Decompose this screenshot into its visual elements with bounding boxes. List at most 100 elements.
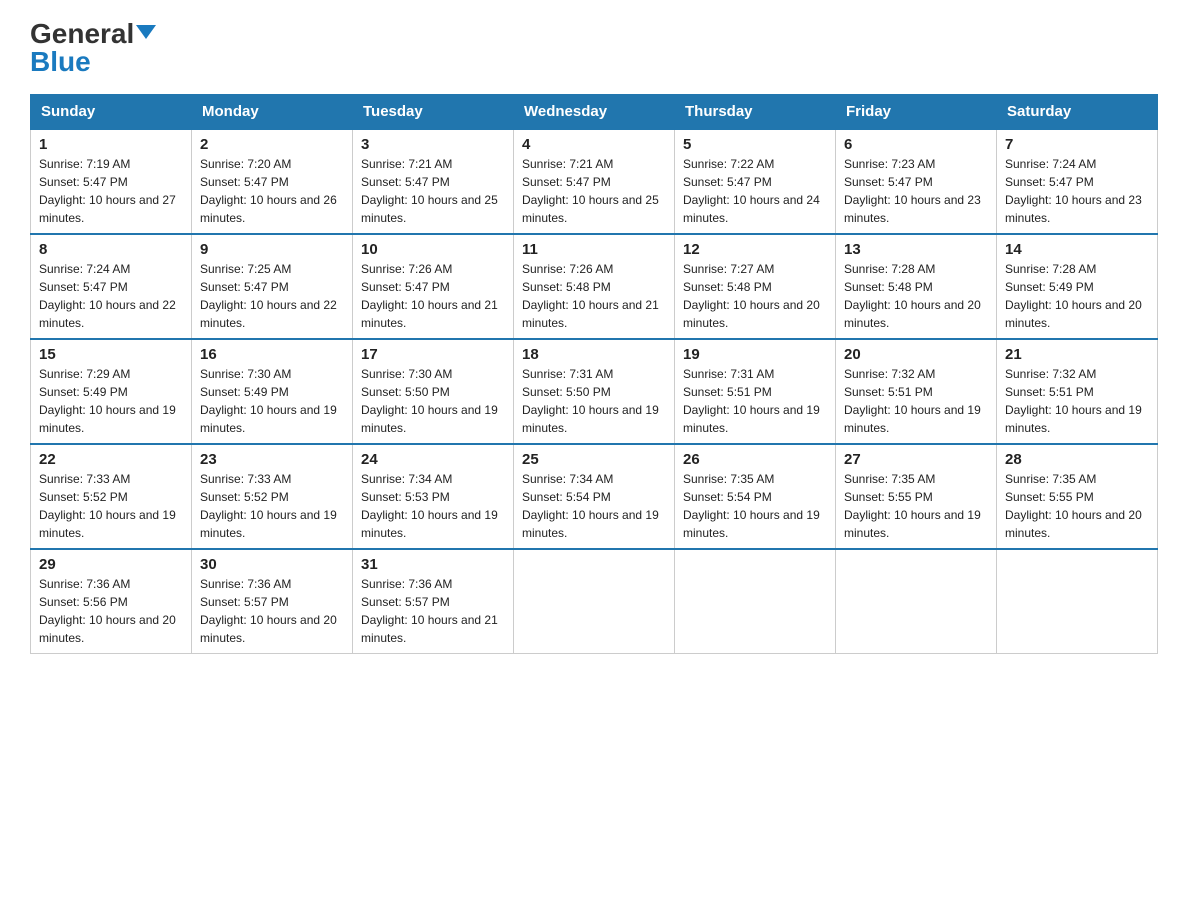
calendar-week-row: 1 Sunrise: 7:19 AMSunset: 5:47 PMDayligh… bbox=[31, 129, 1158, 234]
day-info: Sunrise: 7:36 AMSunset: 5:57 PMDaylight:… bbox=[200, 577, 337, 645]
day-info: Sunrise: 7:36 AMSunset: 5:56 PMDaylight:… bbox=[39, 577, 176, 645]
day-number: 14 bbox=[1005, 241, 1149, 258]
day-number: 26 bbox=[683, 451, 827, 468]
day-info: Sunrise: 7:22 AMSunset: 5:47 PMDaylight:… bbox=[683, 157, 820, 225]
day-info: Sunrise: 7:26 AMSunset: 5:48 PMDaylight:… bbox=[522, 262, 659, 330]
calendar-cell: 23 Sunrise: 7:33 AMSunset: 5:52 PMDaylig… bbox=[192, 444, 353, 549]
col-header-monday: Monday bbox=[192, 95, 353, 130]
day-info: Sunrise: 7:25 AMSunset: 5:47 PMDaylight:… bbox=[200, 262, 337, 330]
calendar-header-row: SundayMondayTuesdayWednesdayThursdayFrid… bbox=[31, 95, 1158, 130]
calendar-cell: 5 Sunrise: 7:22 AMSunset: 5:47 PMDayligh… bbox=[675, 129, 836, 234]
logo: General Blue bbox=[30, 20, 156, 76]
day-number: 19 bbox=[683, 346, 827, 363]
day-number: 13 bbox=[844, 241, 988, 258]
calendar-cell: 16 Sunrise: 7:30 AMSunset: 5:49 PMDaylig… bbox=[192, 339, 353, 444]
day-number: 27 bbox=[844, 451, 988, 468]
calendar-cell: 8 Sunrise: 7:24 AMSunset: 5:47 PMDayligh… bbox=[31, 234, 192, 339]
day-number: 7 bbox=[1005, 136, 1149, 153]
calendar-cell: 9 Sunrise: 7:25 AMSunset: 5:47 PMDayligh… bbox=[192, 234, 353, 339]
day-info: Sunrise: 7:31 AMSunset: 5:50 PMDaylight:… bbox=[522, 367, 659, 435]
logo-general-text: General bbox=[30, 20, 134, 48]
day-info: Sunrise: 7:32 AMSunset: 5:51 PMDaylight:… bbox=[844, 367, 981, 435]
calendar-cell: 2 Sunrise: 7:20 AMSunset: 5:47 PMDayligh… bbox=[192, 129, 353, 234]
calendar-cell: 18 Sunrise: 7:31 AMSunset: 5:50 PMDaylig… bbox=[514, 339, 675, 444]
day-info: Sunrise: 7:36 AMSunset: 5:57 PMDaylight:… bbox=[361, 577, 498, 645]
col-header-wednesday: Wednesday bbox=[514, 95, 675, 130]
day-info: Sunrise: 7:24 AMSunset: 5:47 PMDaylight:… bbox=[1005, 157, 1142, 225]
calendar-week-row: 15 Sunrise: 7:29 AMSunset: 5:49 PMDaylig… bbox=[31, 339, 1158, 444]
day-info: Sunrise: 7:30 AMSunset: 5:49 PMDaylight:… bbox=[200, 367, 337, 435]
col-header-friday: Friday bbox=[836, 95, 997, 130]
day-info: Sunrise: 7:30 AMSunset: 5:50 PMDaylight:… bbox=[361, 367, 498, 435]
day-number: 1 bbox=[39, 136, 183, 153]
day-number: 11 bbox=[522, 241, 666, 258]
calendar-cell: 28 Sunrise: 7:35 AMSunset: 5:55 PMDaylig… bbox=[997, 444, 1158, 549]
day-number: 5 bbox=[683, 136, 827, 153]
day-number: 15 bbox=[39, 346, 183, 363]
calendar-week-row: 8 Sunrise: 7:24 AMSunset: 5:47 PMDayligh… bbox=[31, 234, 1158, 339]
day-info: Sunrise: 7:34 AMSunset: 5:53 PMDaylight:… bbox=[361, 472, 498, 540]
logo-blue-text: Blue bbox=[30, 46, 91, 77]
day-info: Sunrise: 7:31 AMSunset: 5:51 PMDaylight:… bbox=[683, 367, 820, 435]
day-number: 9 bbox=[200, 241, 344, 258]
day-number: 16 bbox=[200, 346, 344, 363]
calendar-cell: 17 Sunrise: 7:30 AMSunset: 5:50 PMDaylig… bbox=[353, 339, 514, 444]
calendar-cell bbox=[836, 549, 997, 654]
day-info: Sunrise: 7:35 AMSunset: 5:54 PMDaylight:… bbox=[683, 472, 820, 540]
day-number: 17 bbox=[361, 346, 505, 363]
day-info: Sunrise: 7:34 AMSunset: 5:54 PMDaylight:… bbox=[522, 472, 659, 540]
calendar-cell: 20 Sunrise: 7:32 AMSunset: 5:51 PMDaylig… bbox=[836, 339, 997, 444]
calendar-cell: 3 Sunrise: 7:21 AMSunset: 5:47 PMDayligh… bbox=[353, 129, 514, 234]
day-number: 8 bbox=[39, 241, 183, 258]
day-number: 29 bbox=[39, 556, 183, 573]
calendar-cell: 15 Sunrise: 7:29 AMSunset: 5:49 PMDaylig… bbox=[31, 339, 192, 444]
day-number: 10 bbox=[361, 241, 505, 258]
calendar-cell: 21 Sunrise: 7:32 AMSunset: 5:51 PMDaylig… bbox=[997, 339, 1158, 444]
day-info: Sunrise: 7:21 AMSunset: 5:47 PMDaylight:… bbox=[361, 157, 498, 225]
day-number: 6 bbox=[844, 136, 988, 153]
calendar-cell: 11 Sunrise: 7:26 AMSunset: 5:48 PMDaylig… bbox=[514, 234, 675, 339]
calendar-cell: 24 Sunrise: 7:34 AMSunset: 5:53 PMDaylig… bbox=[353, 444, 514, 549]
day-number: 24 bbox=[361, 451, 505, 468]
day-number: 23 bbox=[200, 451, 344, 468]
calendar-cell: 29 Sunrise: 7:36 AMSunset: 5:56 PMDaylig… bbox=[31, 549, 192, 654]
day-info: Sunrise: 7:29 AMSunset: 5:49 PMDaylight:… bbox=[39, 367, 176, 435]
calendar-cell: 6 Sunrise: 7:23 AMSunset: 5:47 PMDayligh… bbox=[836, 129, 997, 234]
calendar-week-row: 22 Sunrise: 7:33 AMSunset: 5:52 PMDaylig… bbox=[31, 444, 1158, 549]
calendar-cell bbox=[514, 549, 675, 654]
day-number: 25 bbox=[522, 451, 666, 468]
day-info: Sunrise: 7:26 AMSunset: 5:47 PMDaylight:… bbox=[361, 262, 498, 330]
day-info: Sunrise: 7:21 AMSunset: 5:47 PMDaylight:… bbox=[522, 157, 659, 225]
col-header-sunday: Sunday bbox=[31, 95, 192, 130]
day-number: 31 bbox=[361, 556, 505, 573]
calendar-cell: 12 Sunrise: 7:27 AMSunset: 5:48 PMDaylig… bbox=[675, 234, 836, 339]
day-info: Sunrise: 7:23 AMSunset: 5:47 PMDaylight:… bbox=[844, 157, 981, 225]
day-number: 18 bbox=[522, 346, 666, 363]
calendar-table: SundayMondayTuesdayWednesdayThursdayFrid… bbox=[30, 94, 1158, 654]
day-info: Sunrise: 7:28 AMSunset: 5:48 PMDaylight:… bbox=[844, 262, 981, 330]
day-number: 22 bbox=[39, 451, 183, 468]
calendar-cell: 14 Sunrise: 7:28 AMSunset: 5:49 PMDaylig… bbox=[997, 234, 1158, 339]
calendar-week-row: 29 Sunrise: 7:36 AMSunset: 5:56 PMDaylig… bbox=[31, 549, 1158, 654]
day-info: Sunrise: 7:33 AMSunset: 5:52 PMDaylight:… bbox=[39, 472, 176, 540]
day-info: Sunrise: 7:27 AMSunset: 5:48 PMDaylight:… bbox=[683, 262, 820, 330]
day-number: 12 bbox=[683, 241, 827, 258]
calendar-cell: 25 Sunrise: 7:34 AMSunset: 5:54 PMDaylig… bbox=[514, 444, 675, 549]
day-info: Sunrise: 7:33 AMSunset: 5:52 PMDaylight:… bbox=[200, 472, 337, 540]
day-info: Sunrise: 7:24 AMSunset: 5:47 PMDaylight:… bbox=[39, 262, 176, 330]
day-info: Sunrise: 7:32 AMSunset: 5:51 PMDaylight:… bbox=[1005, 367, 1142, 435]
day-number: 21 bbox=[1005, 346, 1149, 363]
col-header-thursday: Thursday bbox=[675, 95, 836, 130]
calendar-cell: 7 Sunrise: 7:24 AMSunset: 5:47 PMDayligh… bbox=[997, 129, 1158, 234]
calendar-cell: 26 Sunrise: 7:35 AMSunset: 5:54 PMDaylig… bbox=[675, 444, 836, 549]
calendar-cell: 31 Sunrise: 7:36 AMSunset: 5:57 PMDaylig… bbox=[353, 549, 514, 654]
day-info: Sunrise: 7:35 AMSunset: 5:55 PMDaylight:… bbox=[1005, 472, 1142, 540]
day-number: 2 bbox=[200, 136, 344, 153]
calendar-cell: 22 Sunrise: 7:33 AMSunset: 5:52 PMDaylig… bbox=[31, 444, 192, 549]
col-header-saturday: Saturday bbox=[997, 95, 1158, 130]
day-info: Sunrise: 7:35 AMSunset: 5:55 PMDaylight:… bbox=[844, 472, 981, 540]
day-number: 28 bbox=[1005, 451, 1149, 468]
page-header: General Blue bbox=[30, 20, 1158, 76]
logo-triangle-icon bbox=[136, 25, 156, 39]
calendar-cell: 13 Sunrise: 7:28 AMSunset: 5:48 PMDaylig… bbox=[836, 234, 997, 339]
